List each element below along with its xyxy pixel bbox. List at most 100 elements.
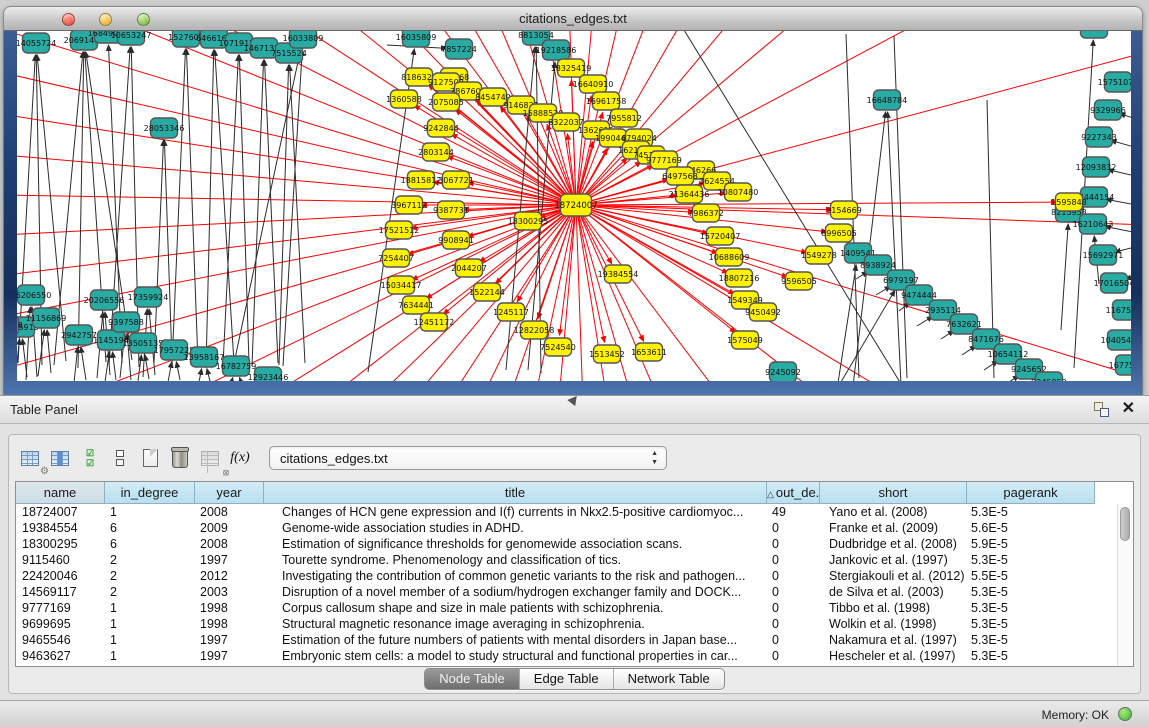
graph-node[interactable]: 16035809: [396, 31, 437, 47]
column-header-year[interactable]: year: [195, 482, 264, 504]
table-row[interactable]: 946554611997Estimation of the future num…: [16, 632, 1133, 648]
vertical-scrollbar[interactable]: [1117, 504, 1133, 666]
svg-text:16961758: 16961758: [586, 97, 627, 106]
graph-node[interactable]: 9908941: [438, 231, 474, 249]
table-row[interactable]: 1938455462009Genome-wide association stu…: [16, 520, 1133, 536]
graph-node[interactable]: 9245092: [765, 362, 801, 381]
graph-node[interactable]: 15720407: [700, 227, 741, 245]
graph-node[interactable]: 18815812: [401, 171, 442, 189]
graph-node[interactable]: 1575049: [727, 331, 763, 349]
column-header-short[interactable]: short: [820, 482, 967, 504]
tab-edge-table[interactable]: Edge Table: [519, 669, 613, 689]
graph-node[interactable]: 5593031: [1076, 31, 1112, 38]
graph-node[interactable]: 9397588: [108, 312, 144, 332]
window-titlebar[interactable]: citations_edges.txt: [3, 6, 1143, 31]
svg-text:21364436: 21364436: [669, 190, 710, 199]
graph-node[interactable]: 6497568: [662, 167, 698, 185]
graph-node[interactable]: 17359924: [128, 287, 169, 307]
graph-node[interactable]: 17016504: [1094, 273, 1131, 293]
combobox-stepper-icon[interactable]: ▲▼: [651, 449, 658, 467]
graph-node[interactable]: 9245052: [1031, 372, 1067, 381]
tab-node-table[interactable]: Node Table: [425, 669, 519, 689]
graph-node[interactable]: 9227343: [1081, 127, 1117, 147]
table-row[interactable]: 2242004622012Investigating the contribut…: [16, 568, 1133, 584]
graph-node[interactable]: 28053346: [144, 118, 185, 138]
graph-node[interactable]: 2942757: [61, 325, 97, 345]
graph-node[interactable]: 9154669: [826, 201, 862, 219]
graph-node[interactable]: 10688609: [709, 248, 750, 266]
graph-node[interactable]: 15692971: [1083, 245, 1124, 265]
graph-node[interactable]: 15751074: [1098, 72, 1131, 92]
column-header-name[interactable]: name: [16, 482, 105, 504]
column-header-pagerank[interactable]: pagerank: [967, 482, 1095, 504]
graph-node[interactable]: 1653611: [631, 343, 667, 361]
table-row[interactable]: 1456911722003Disruption of a novel membe…: [16, 584, 1133, 600]
graph-node[interactable]: 2044207: [451, 259, 487, 277]
table-selector-combobox[interactable]: citations_edges.txt ▲▼: [269, 446, 667, 470]
graph-node[interactable]: 16775324: [1109, 355, 1131, 375]
network-graph[interactable]: 1405572420691406168490111065324715276026…: [17, 31, 1131, 381]
graph-node[interactable]: 18724007: [554, 194, 597, 216]
graph-node[interactable]: 1595848: [1051, 193, 1087, 211]
graph-node[interactable]: 7254407: [378, 249, 414, 267]
table-row[interactable]: 1830029562008Estimation of significance …: [16, 536, 1133, 552]
graph-node[interactable]: 1245117: [493, 303, 529, 321]
graph-node[interactable]: 8996505: [821, 224, 857, 242]
table-row[interactable]: 977716911998Corpus callosum shape and si…: [16, 600, 1133, 616]
graph-node[interactable]: 9329966: [1090, 100, 1126, 120]
table-toolbar: ⚙☑☑⦻f(x) citations_edges.txt ▲▼: [15, 441, 667, 475]
tab-network-table[interactable]: Network Table: [613, 669, 724, 689]
graph-node[interactable]: 3067721: [438, 171, 474, 189]
table-row[interactable]: 911546021997Tourette syndrome. Phenomeno…: [16, 552, 1133, 568]
column-header-title[interactable]: title: [264, 482, 767, 504]
graph-node[interactable]: 1549278: [801, 246, 837, 264]
network-canvas[interactable]: 1405572420691406168490111065324715276026…: [17, 31, 1131, 381]
function-builder-button[interactable]: f(x): [225, 443, 255, 473]
memory-ok-indicator[interactable]: [1118, 707, 1132, 721]
graph-node[interactable]: 7524540: [540, 338, 576, 356]
graph-node[interactable]: 3967112: [391, 196, 427, 214]
graph-node[interactable]: 9596505: [781, 272, 817, 290]
delete-column-button[interactable]: [165, 443, 195, 473]
table-row[interactable]: 1872400712008Changes of HCN gene express…: [16, 504, 1133, 520]
close-panel-icon[interactable]: ✕: [1122, 399, 1135, 419]
column-header-out_de[interactable]: △out_de...: [767, 482, 820, 504]
graph-node[interactable]: 1513452: [589, 345, 625, 363]
graph-node[interactable]: 10405492: [1101, 330, 1131, 350]
graph-node[interactable]: 1360588: [386, 90, 422, 108]
row-tools-button[interactable]: [105, 443, 135, 473]
graph-node[interactable]: 9387731: [433, 201, 469, 219]
graph-node[interactable]: 9450492: [745, 303, 781, 321]
svg-text:19218586: 19218586: [536, 46, 577, 55]
graph-node[interactable]: 14055724: [17, 33, 56, 53]
graph-node[interactable]: 7857224: [441, 39, 477, 59]
graph-node[interactable]: 2803144: [418, 143, 454, 161]
graph-node[interactable]: 26206550: [17, 285, 51, 305]
table-cell: 9777169: [16, 600, 105, 616]
graph-node[interactable]: 16648784: [867, 90, 908, 110]
graph-node[interactable]: 7634441: [398, 296, 434, 314]
select-columns-button[interactable]: ☑☑: [75, 443, 105, 473]
table-cell: Stergiakouli et al. (2012): [820, 568, 967, 584]
float-window-icon[interactable]: [1094, 402, 1109, 417]
table-row[interactable]: 969969511998Structural magnetic resonanc…: [16, 616, 1133, 632]
create-column-button[interactable]: [135, 443, 165, 473]
column-header-in_degree[interactable]: in_degree: [105, 482, 195, 504]
scrollbar-thumb[interactable]: [1120, 507, 1130, 541]
graph-node[interactable]: 9242844: [423, 119, 459, 137]
graph-node[interactable]: 12093832: [1076, 157, 1117, 177]
graph-node[interactable]: 7955812: [606, 109, 642, 127]
graph-node[interactable]: 20206556: [84, 290, 125, 310]
graph-node[interactable]: 11675333: [1106, 300, 1131, 320]
table-mode-button[interactable]: ⚙: [15, 443, 45, 473]
graph-node[interactable]: 16961758: [586, 92, 627, 110]
show-column-button[interactable]: [45, 443, 75, 473]
table-row[interactable]: 946362711997Embryonic stem cells: a mode…: [16, 648, 1133, 664]
graph-node[interactable]: 1522144: [469, 283, 505, 301]
graph-node[interactable]: 7986372: [688, 204, 724, 222]
table-cell: 0: [767, 552, 820, 568]
table-cell: 2009: [195, 520, 264, 536]
table-cell: Franke et al. (2009): [820, 520, 967, 536]
svg-text:18724007: 18724007: [554, 201, 597, 211]
graph-node[interactable]: 2075085: [428, 93, 464, 111]
